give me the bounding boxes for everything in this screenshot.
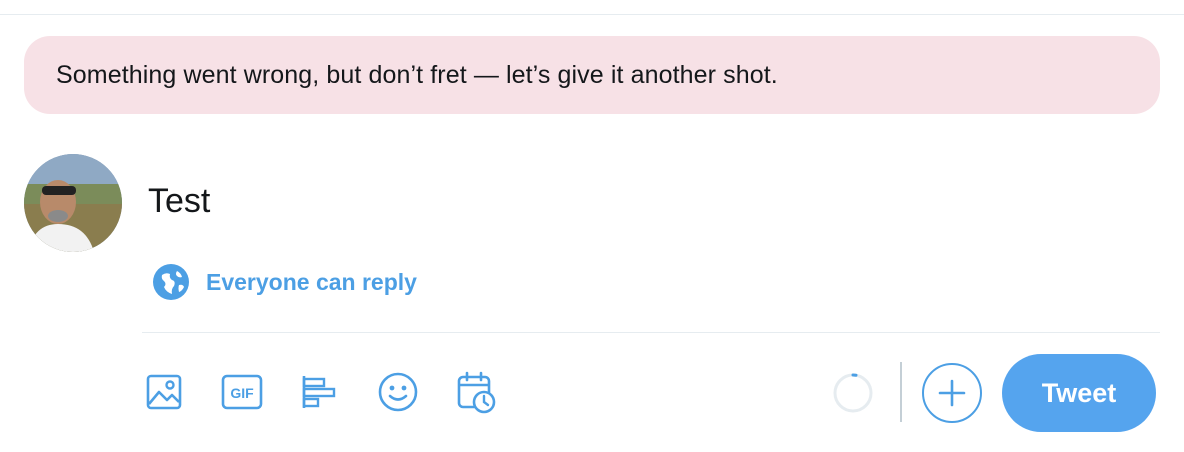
tweet-button[interactable]: Tweet — [1002, 354, 1156, 432]
media-button[interactable] — [142, 370, 186, 414]
schedule-button[interactable] — [454, 370, 498, 414]
gif-label: GIF — [230, 385, 254, 401]
error-banner: Something went wrong, but don’t fret — l… — [24, 36, 1160, 114]
reply-setting-button[interactable]: Everyone can reply — [152, 262, 417, 302]
reply-setting-label: Everyone can reply — [206, 268, 417, 295]
media-icon — [146, 374, 182, 410]
emoji-button[interactable] — [376, 370, 420, 414]
gif-button[interactable]: GIF — [220, 370, 264, 414]
character-count-ring — [832, 372, 874, 414]
top-divider — [0, 14, 1184, 15]
avatar-image — [24, 154, 122, 252]
progress-ring-icon — [833, 373, 873, 413]
tweet-text-input[interactable]: Test — [148, 182, 210, 221]
poll-button[interactable] — [298, 370, 342, 414]
toolbar-separator — [900, 362, 902, 422]
poll-icon — [302, 376, 336, 408]
avatar[interactable] — [24, 154, 122, 252]
globe-icon — [153, 264, 189, 300]
emoji-icon — [378, 372, 418, 412]
error-message: Something went wrong, but don’t fret — l… — [56, 60, 778, 89]
plus-icon — [938, 379, 966, 407]
compose-divider — [142, 332, 1160, 333]
gif-icon: GIF — [221, 374, 263, 410]
add-tweet-button[interactable] — [922, 363, 982, 423]
schedule-icon — [457, 371, 496, 414]
